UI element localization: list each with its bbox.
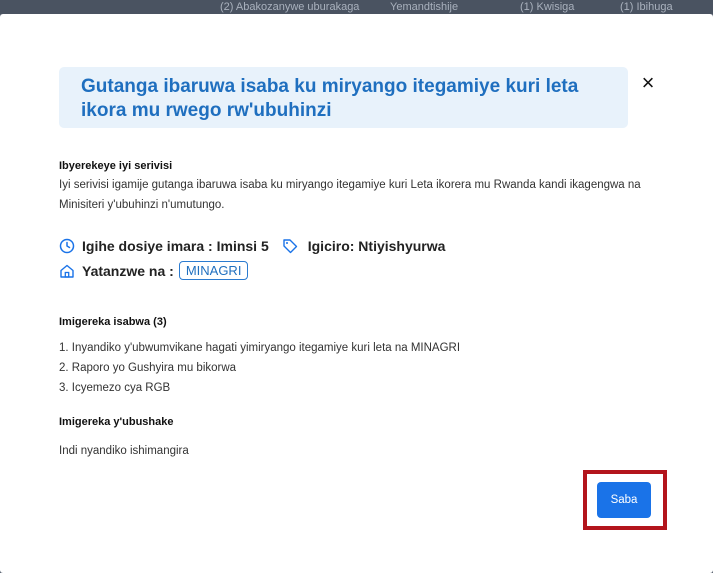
modal-title-box: Gutanga ibaruwa isaba ku miryango itegam… bbox=[59, 67, 628, 128]
optional-docs-text: Indi nyandiko ishimangira bbox=[59, 445, 189, 457]
background-tab: Yemandtishije bbox=[390, 1, 459, 13]
clock-icon bbox=[59, 238, 75, 254]
background-tab-strip: (2) Abakozanywe uburakaga Yemandtishije … bbox=[0, 0, 713, 14]
provider-label: Yatanzwe na : bbox=[82, 262, 174, 279]
list-item: 1. Inyandiko y'ubwumvikane hagati yimiry… bbox=[59, 342, 461, 354]
background-tab: (1) Kwisiga bbox=[520, 1, 575, 13]
list-item: 2. Raporo yo Gushyira mu bikorwa bbox=[59, 362, 237, 374]
tag-icon bbox=[283, 239, 297, 254]
price-text: Igiciro: Ntiyishyurwa bbox=[307, 238, 446, 254]
meta-row: Igihe dosiye imara : Iminsi 5 Igiciro: N… bbox=[59, 238, 445, 254]
close-icon[interactable]: × bbox=[637, 72, 659, 94]
required-docs-list: 1. Inyandiko y'ubwumvikane hagati yimiry… bbox=[59, 338, 460, 398]
required-docs-heading: Imigereka isabwa (3) bbox=[59, 316, 167, 328]
list-item: 3. Icyemezo cya RGB bbox=[59, 382, 171, 394]
service-modal: Gutanga ibaruwa isaba ku miryango itegam… bbox=[0, 14, 713, 573]
home-icon bbox=[60, 264, 74, 278]
provider-badge: MINAGRI bbox=[178, 261, 249, 280]
background-tab: (1) Ibihuga bbox=[620, 1, 673, 13]
submit-button[interactable]: Saba bbox=[597, 482, 651, 518]
provider-row: Yatanzwe na : MINAGRI bbox=[59, 261, 249, 280]
background-tab: (2) Abakozanywe uburakaga bbox=[220, 1, 360, 13]
about-description: Iyi serivisi igamije gutanga ibaruwa isa… bbox=[59, 179, 641, 211]
optional-docs-heading: Imigereka y'ubushake bbox=[59, 416, 174, 428]
modal-title: Gutanga ibaruwa isaba ku miryango itegam… bbox=[81, 76, 579, 121]
about-heading: Ibyerekeye iyi serivisi bbox=[59, 160, 173, 172]
duration-text: Igihe dosiye imara : Iminsi 5 bbox=[82, 238, 269, 254]
